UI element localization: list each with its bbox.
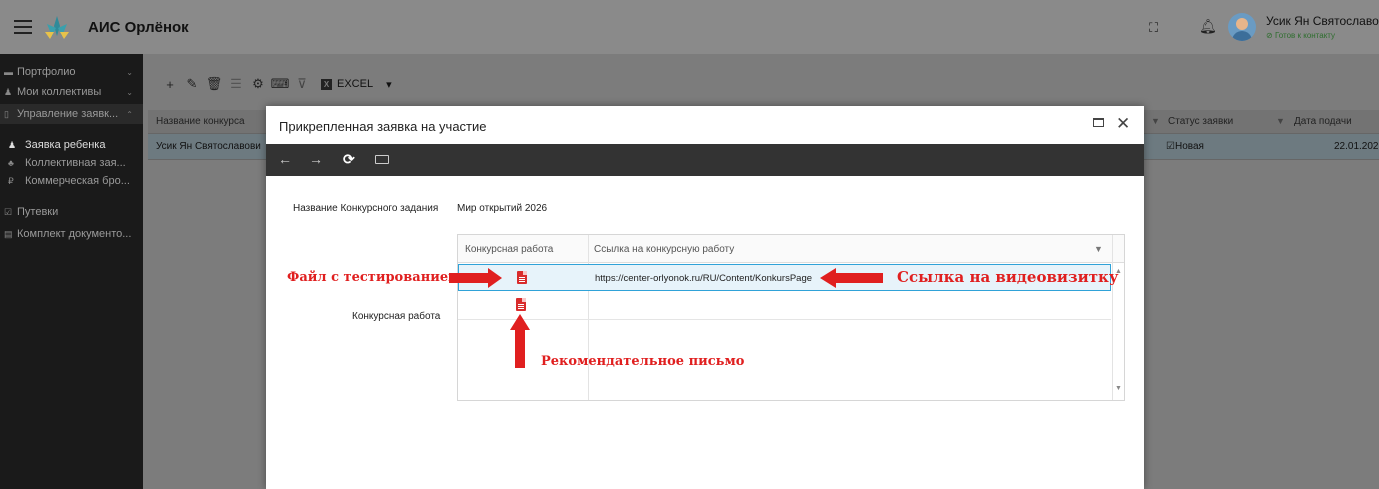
- filter-icon[interactable]: ▼: [1151, 116, 1160, 127]
- settings-icon[interactable]: ⚙: [247, 76, 269, 92]
- sidebar-item-label: Коммерческая бро...: [25, 175, 130, 187]
- dialog-toolbar: ← → ⟳: [266, 144, 1144, 176]
- excel-label: EXCEL: [337, 78, 374, 90]
- list-icon[interactable]: ☰: [225, 76, 247, 92]
- annotation-arrow-head: [510, 314, 530, 330]
- sidebar-item-collective-application[interactable]: ♣ Коллективная зая...: [0, 153, 143, 173]
- annotation-recommendation: Рекомендательное письмо: [541, 354, 745, 369]
- column-divider: [1112, 235, 1113, 400]
- fullscreen-icon[interactable]: ⛶: [1149, 20, 1158, 36]
- sidebar-item-label: Комплект документо...: [17, 228, 132, 240]
- works-grid: Конкурсная работа Ссылка на конкурсную р…: [457, 234, 1125, 401]
- ruble-icon: ₽: [8, 175, 14, 186]
- edit-icon[interactable]: ✎: [181, 76, 203, 92]
- keyboard-icon[interactable]: [375, 155, 389, 164]
- filter-clear-icon[interactable]: ⊽: [291, 76, 313, 92]
- avatar[interactable]: [1228, 13, 1256, 41]
- dropdown-icon[interactable]: ▾: [386, 78, 392, 91]
- bell-icon[interactable]: 🔔︎: [1199, 18, 1217, 35]
- folder-icon: ▬: [4, 67, 13, 77]
- toolbar: + ✎ 🗑︎ ☰ ⚙ ⌨ ⊽ X EXCEL ▾: [159, 67, 392, 101]
- sidebar-item-commercial[interactable]: ₽ Коммерческая бро...: [0, 171, 143, 191]
- sidebar-item-applications[interactable]: ▯ Управление заявк... ⌃: [0, 104, 143, 124]
- task-name-label: Название Конкурсного задания: [293, 203, 439, 214]
- pdf-icon[interactable]: [517, 271, 527, 284]
- app-title: АИС Орлёнок: [88, 19, 189, 36]
- annotation-video-link: Ссылка на видеовизитку: [897, 268, 1119, 286]
- sidebar-item-label: Мои коллективы: [17, 86, 102, 98]
- sidebar-item-label: Заявка ребенка: [25, 139, 106, 151]
- sidebar-item-label: Коллективная зая...: [25, 157, 126, 169]
- sidebar-item-vouchers[interactable]: ☑ Путевки: [0, 202, 143, 222]
- back-icon[interactable]: ←: [278, 151, 292, 167]
- column-header-name[interactable]: Название конкурса: [156, 116, 245, 127]
- cell-status: ☑Новая: [1166, 141, 1204, 152]
- sidebar-item-portfolio[interactable]: ▬ Портфолио ⌄: [0, 62, 143, 82]
- annotation-arrow: [515, 329, 525, 368]
- app-logo: [45, 16, 69, 39]
- work-link[interactable]: https://center-orlyonok.ru/RU/Content/Ko…: [595, 273, 812, 284]
- annotation-arrow: [835, 273, 883, 283]
- excel-button[interactable]: X EXCEL ▾: [321, 78, 392, 91]
- column-header-work[interactable]: Конкурсная работа: [465, 244, 553, 255]
- work-label: Конкурсная работа: [352, 311, 441, 322]
- excel-icon: X: [321, 78, 332, 90]
- id-card-icon: ▤: [4, 228, 13, 239]
- menu-icon[interactable]: [14, 20, 32, 34]
- column-header-date[interactable]: Дата подачи: [1294, 116, 1352, 127]
- dialog-title: Прикрепленная заявка на участие: [279, 119, 487, 134]
- user-name[interactable]: Усик Ян Святославович: [1266, 14, 1379, 28]
- dialog-header: Прикрепленная заявка на участие ✕: [266, 106, 1144, 144]
- pdf-icon[interactable]: [516, 298, 526, 311]
- user-status: ⊘ Готов к контакту: [1266, 31, 1336, 40]
- sidebar-item-label: Управление заявк...: [17, 108, 119, 120]
- sidebar-item-label: Путевки: [17, 206, 59, 218]
- sidebar-item-label: Портфолио: [17, 66, 76, 78]
- top-bar: АИС Орлёнок ⛶ 🔔︎ Усик Ян Святославович ⊘…: [0, 0, 1379, 54]
- annotation-arrow: [449, 273, 489, 283]
- sidebar-item-child-application[interactable]: ♟ Заявка ребенка: [0, 135, 143, 155]
- sidebar: ▬ Портфолио ⌄ ♟ Мои коллективы ⌄ ▯ Управ…: [0, 54, 143, 489]
- annotation-arrow-head: [488, 268, 502, 288]
- column-header-link[interactable]: Ссылка на конкурсную работу: [594, 244, 734, 255]
- sidebar-item-collectives[interactable]: ♟ Мои коллективы ⌄: [0, 82, 143, 102]
- works-grid-header: Конкурсная работа Ссылка на конкурсную р…: [458, 235, 1124, 263]
- group-icon: ♣: [8, 158, 14, 168]
- chevron-down-icon: ⌄: [126, 67, 133, 77]
- annotation-arrow-head: [820, 268, 836, 288]
- document-icon: ▯: [4, 108, 9, 119]
- delete-icon[interactable]: 🗑︎: [203, 76, 225, 92]
- column-header-status[interactable]: Статус заявки: [1168, 116, 1233, 127]
- filter-icon[interactable]: ▼: [1094, 244, 1103, 254]
- add-icon[interactable]: +: [159, 77, 181, 92]
- chevron-up-icon: ⌃: [126, 109, 133, 119]
- filter-icon[interactable]: ▼: [1276, 116, 1285, 127]
- attached-application-dialog: Прикрепленная заявка на участие ✕ ← → ⟳ …: [266, 106, 1144, 489]
- sidebar-item-documents[interactable]: ▤ Комплект документо...: [0, 224, 143, 244]
- table-row[interactable]: [458, 292, 1111, 320]
- person-icon: ♟: [8, 139, 17, 150]
- maximize-icon[interactable]: [1093, 118, 1104, 127]
- scroll-down-icon[interactable]: ▼: [1115, 385, 1122, 392]
- cell-name: Усик Ян Святославови: [156, 141, 261, 152]
- keyboard-icon[interactable]: ⌨: [269, 76, 291, 92]
- checkbox-icon: ☑: [4, 206, 13, 217]
- team-icon: ♟: [4, 86, 13, 97]
- task-name-value: Мир открытий 2026: [457, 203, 548, 214]
- forward-icon[interactable]: →: [309, 151, 323, 167]
- refresh-icon[interactable]: ⟳: [343, 151, 355, 168]
- chevron-down-icon: ⌄: [126, 87, 133, 97]
- annotation-file-test: Файл с тестированием: [287, 270, 460, 285]
- close-icon[interactable]: ✕: [1116, 114, 1130, 134]
- cell-date: 22.01.202: [1334, 141, 1379, 152]
